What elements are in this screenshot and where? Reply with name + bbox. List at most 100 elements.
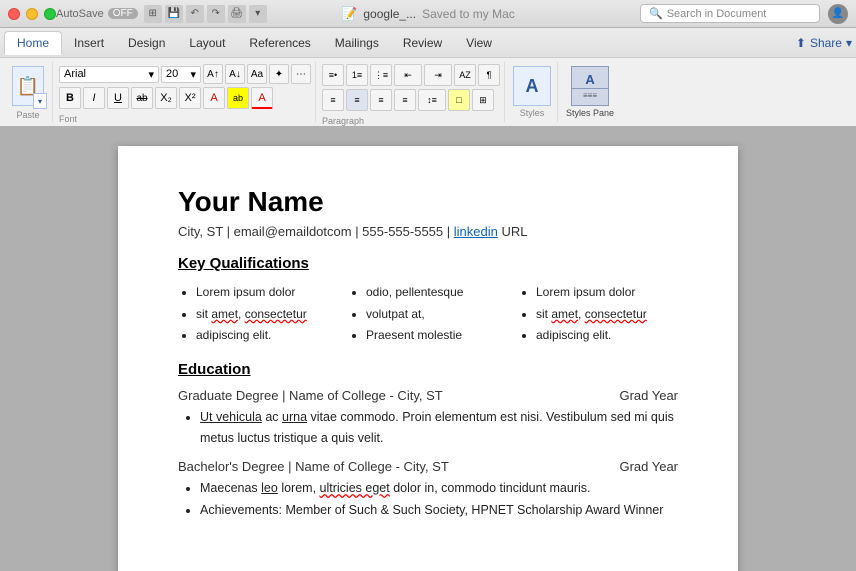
document-area: Your Name City, ST | email@emaildotcom |… [0,126,856,571]
tab-design[interactable]: Design [116,32,177,54]
doc-contact: City, ST | email@emaildotcom | 555-555-5… [178,224,678,239]
save-icon[interactable]: 💾 [165,5,183,23]
styles-pane-button[interactable]: A ≡≡≡ [571,66,609,106]
edu2-degree: Bachelor's Degree | Name of College - Ci… [178,459,449,474]
font-color2-button[interactable]: A [251,87,273,109]
autosave-state[interactable]: OFF [108,8,138,19]
key-qual-col1: Lorem ipsum dolor sit amet, consectetur … [178,282,338,347]
list-item: adipiscing elit. [536,325,678,347]
paste-arrow-icon: ▾ [33,93,47,109]
share-label: Share [810,36,842,50]
tab-review[interactable]: Review [391,32,454,54]
styles-section: A Styles [507,62,558,122]
font-grow-button[interactable]: A↑ [203,64,223,84]
edu2-bullets: Maecenas leo lorem, ultricies eget dolor… [178,478,678,521]
font-shrink-button[interactable]: A↓ [225,64,245,84]
clear-format-button[interactable]: ✦ [269,64,289,84]
maximize-button[interactable] [44,8,56,20]
multilevel-list-button[interactable]: ⋮≡ [370,64,392,86]
font-color-button[interactable]: A [203,87,225,109]
document-page: Your Name City, ST | email@emaildotcom |… [118,146,738,571]
tab-layout[interactable]: Layout [177,32,237,54]
paragraph-section-label: Paragraph [322,116,500,126]
font-section-label: Font [59,114,311,124]
show-marks-button[interactable]: ¶ [478,64,500,86]
align-center-button[interactable]: ≡ [346,89,368,111]
styles-button[interactable]: A [513,66,551,106]
list-item: Ut vehicula ac urna vitae commodo. Proin… [200,407,678,450]
bold-button[interactable]: B [59,87,81,109]
font-size-selector[interactable]: 20 ▾ [161,66,201,83]
tab-view[interactable]: View [454,32,504,54]
font-row1: Arial ▾ 20 ▾ A↑ A↓ Aa ✦ ⋯ [59,64,311,84]
filename: google_... [363,7,416,21]
toolbar-icons: ⊞ 💾 ↶ ↷ 🖨 ▾ [144,5,267,23]
strikethrough-button[interactable]: ab [131,87,153,109]
undo-icon[interactable]: ↶ [186,5,204,23]
contact-city: City, ST | email@emaildotcom | 555-555-5… [178,224,454,239]
justify-button[interactable]: ≡ [394,89,416,111]
more-icon[interactable]: ▾ [249,5,267,23]
font-selector[interactable]: Arial ▾ [59,66,159,83]
layout-icon[interactable]: ⊞ [144,5,162,23]
list-item: Lorem ipsum dolor [536,282,678,304]
key-qualifications-grid: Lorem ipsum dolor sit amet, consectetur … [178,282,678,347]
minimize-button[interactable] [26,8,38,20]
list-item: sit amet, consectetur [536,304,678,326]
numbered-list-button[interactable]: 1≡ [346,64,368,86]
shading-button[interactable]: □ [448,89,470,111]
linkedin-link[interactable]: linkedin [454,224,498,239]
chevron-down-icon: ▾ [846,36,852,50]
redo-icon[interactable]: ↷ [207,5,225,23]
paragraph-group: ≡• 1≡ ⋮≡ ⇤ ⇥ AZ ¶ ≡ ≡ ≡ ≡ ↕≡ □ ⊞ Paragra… [318,62,505,122]
paste-label: Paste [16,110,39,120]
align-right-button[interactable]: ≡ [370,89,392,111]
key-qual-col2: odio, pellentesque volutpat at, Praesent… [348,282,508,347]
page-container[interactable]: Your Name City, ST | email@emaildotcom |… [0,126,856,571]
italic-button[interactable]: I [83,87,105,109]
underline-button[interactable]: U [107,87,129,109]
line-spacing-button[interactable]: ↕≡ [418,89,446,111]
font-more-button[interactable]: ⋯ [291,64,311,84]
increase-indent-button[interactable]: ⇥ [424,64,452,86]
close-button[interactable] [8,8,20,20]
align-left-button[interactable]: ≡ [322,89,344,111]
size-dropdown-icon: ▾ [190,68,196,81]
subscript-button[interactable]: X₂ [155,87,177,109]
title-center: 📝 google_... Saved to my Mac [341,6,515,22]
border-button[interactable]: ⊞ [472,89,494,111]
word-icon: 📝 [341,6,357,22]
edu1-row: Graduate Degree | Name of College - City… [178,388,678,403]
saved-status: Saved to my Mac [422,7,515,21]
edu2-row: Bachelor's Degree | Name of College - Ci… [178,459,678,474]
urna-text: urna [282,410,307,424]
bullet-list-button[interactable]: ≡• [322,64,344,86]
font-dropdown-icon: ▾ [148,68,154,81]
ribbon-tabs: Home Insert Design Layout References Mai… [0,28,856,58]
superscript-button[interactable]: X² [179,87,201,109]
list-item: volutpat at, [366,304,508,326]
education-title: Education [178,361,678,378]
tab-home[interactable]: Home [4,31,62,55]
avatar[interactable]: 👤 [828,4,848,24]
tab-references[interactable]: References [237,32,322,54]
list-item: adipiscing elit. [196,325,338,347]
tab-mailings[interactable]: Mailings [323,32,391,54]
key-qual-col3: Lorem ipsum dolor sit amet, consectetur … [518,282,678,347]
list-item: Praesent molestie [366,325,508,347]
list-item: sit amet, consectetur [196,304,338,326]
key-qualifications-title: Key Qualifications [178,255,678,272]
edu1-year: Grad Year [619,388,678,403]
font-case-button[interactable]: Aa [247,64,267,84]
tab-insert[interactable]: Insert [62,32,116,54]
highlight-button[interactable]: ab [227,87,249,109]
sort-button[interactable]: AZ [454,64,476,86]
decrease-indent-button[interactable]: ⇤ [394,64,422,86]
contact-url: URL [498,224,528,239]
search-placeholder: Search in Document [667,8,767,20]
search-bar[interactable]: 🔍 Search in Document [640,4,820,23]
ribbon-content: 📋 ▾ Paste Arial ▾ 20 ▾ A↑ A↓ Aa ✦ ⋯ B I … [0,58,856,126]
paste-button[interactable]: 📋 ▾ [12,66,44,106]
print-icon[interactable]: 🖨 [228,5,246,23]
share-button[interactable]: ⬆ Share ▾ [796,36,852,50]
